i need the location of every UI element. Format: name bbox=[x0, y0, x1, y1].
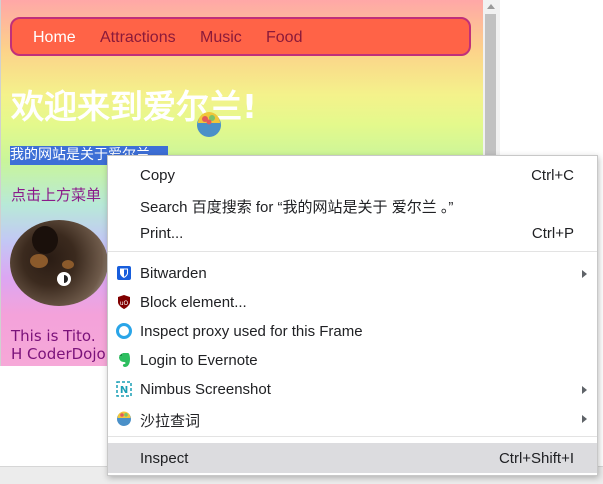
menu-item-copy[interactable]: Copy Ctrl+C bbox=[108, 161, 597, 189]
dog-photo bbox=[10, 220, 108, 306]
scroll-up-arrow-icon[interactable] bbox=[487, 4, 495, 9]
proxy-icon bbox=[116, 323, 132, 339]
ublock-icon: uO bbox=[118, 295, 130, 309]
menu-separator bbox=[108, 436, 597, 437]
menu-item-search[interactable]: Search 百度搜索 for “我的网站是关于 爱尔兰 。” bbox=[108, 190, 597, 218]
menu-item-label: Inspect proxy used for this Frame bbox=[140, 323, 363, 340]
menu-item-shortcut: Ctrl+Shift+I bbox=[498, 450, 574, 467]
menu-item-label: 沙拉查词 bbox=[140, 413, 201, 430]
nav-music-link[interactable]: Music bbox=[200, 29, 242, 47]
menu-item-label: Search 百度搜索 for “我的网站是关于 爱尔兰 。” bbox=[140, 199, 454, 216]
saladict-float-icon[interactable] bbox=[195, 110, 223, 138]
viewport-border bbox=[0, 0, 1, 366]
nimbus-icon: N bbox=[116, 381, 132, 397]
bitwarden-icon bbox=[117, 266, 131, 280]
submenu-arrow-icon bbox=[582, 386, 587, 394]
svg-text:N: N bbox=[120, 385, 128, 396]
submenu-arrow-icon bbox=[582, 270, 587, 278]
menu-item-label: Nimbus Screenshot bbox=[140, 381, 271, 398]
menu-hint-text: 点击上方菜单 bbox=[11, 186, 102, 204]
navbar: Home Attractions Music Food bbox=[10, 17, 471, 56]
nav-food-link[interactable]: Food bbox=[266, 29, 302, 47]
nav-attractions-link[interactable]: Attractions bbox=[100, 29, 176, 47]
submenu-arrow-icon bbox=[582, 415, 587, 423]
context-menu: Copy Ctrl+C Search 百度搜索 for “我的网站是关于 爱尔兰… bbox=[107, 155, 598, 476]
menu-item-label: Print... bbox=[140, 225, 184, 242]
menu-item-inspect[interactable]: Inspect Ctrl+Shift+I bbox=[108, 443, 597, 473]
menu-item-label: Copy bbox=[140, 167, 176, 184]
menu-item-shortcut: Ctrl+C bbox=[531, 167, 574, 184]
menu-item-nimbus[interactable]: N Nimbus Screenshot bbox=[108, 375, 597, 403]
nav-home-link[interactable]: Home bbox=[33, 29, 76, 47]
menu-item-block-element[interactable]: uO Block element... bbox=[108, 288, 597, 316]
menu-item-bitwarden[interactable]: Bitwarden bbox=[108, 259, 597, 287]
menu-item-label: Block element... bbox=[140, 294, 247, 311]
menu-separator bbox=[108, 251, 597, 252]
menu-item-saladict[interactable]: 沙拉查词 bbox=[108, 404, 597, 432]
menu-item-label: Login to Evernote bbox=[140, 352, 258, 369]
menu-item-label: Inspect bbox=[140, 450, 189, 467]
evernote-icon bbox=[119, 353, 130, 367]
menu-item-evernote[interactable]: Login to Evernote bbox=[108, 346, 597, 374]
menu-item-label: Bitwarden bbox=[140, 265, 207, 282]
menu-item-inspect-proxy[interactable]: Inspect proxy used for this Frame bbox=[108, 317, 597, 345]
menu-item-print[interactable]: Print... Ctrl+P bbox=[108, 219, 597, 247]
tito-caption: This is Tito. H CoderDojo. bbox=[11, 327, 111, 363]
svg-text:uO: uO bbox=[120, 300, 129, 307]
menu-item-shortcut: Ctrl+P bbox=[531, 225, 574, 242]
saladict-icon bbox=[117, 411, 131, 426]
